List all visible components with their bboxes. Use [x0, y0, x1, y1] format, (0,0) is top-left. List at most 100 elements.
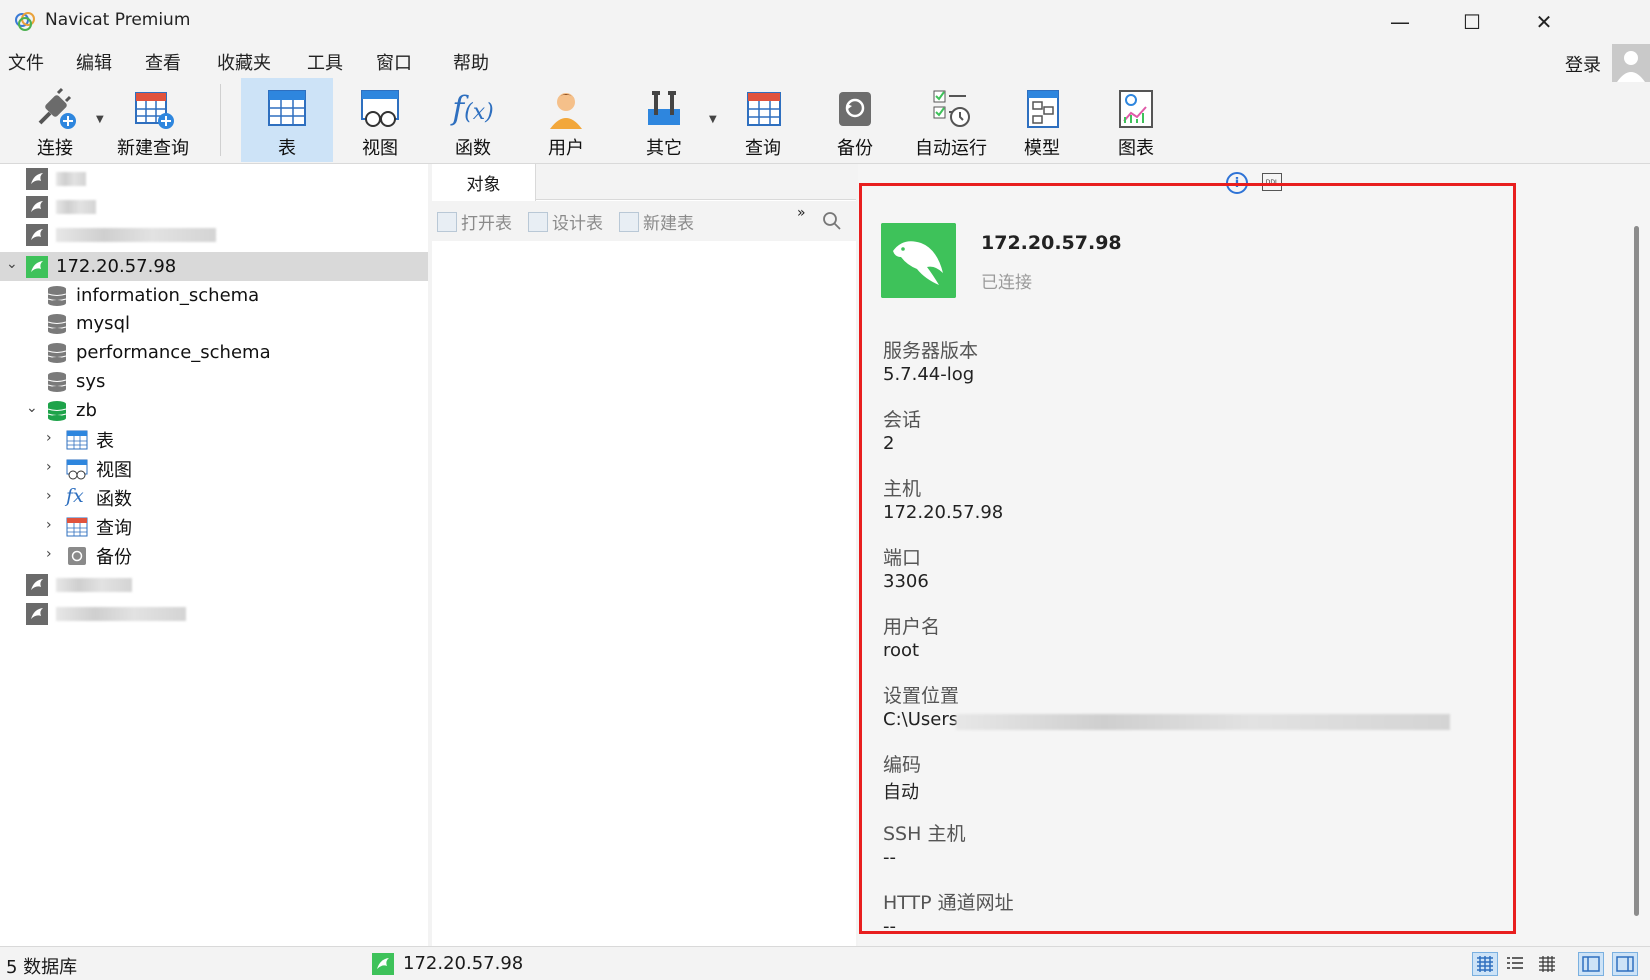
- chevron-right-icon[interactable]: ›: [46, 546, 52, 562]
- new-table-button[interactable]: 新建表: [619, 209, 694, 234]
- tree-row-functions[interactable]: › fx 函数: [0, 483, 428, 512]
- database-label: zb: [76, 400, 97, 421]
- current-connection: 172.20.57.98: [403, 953, 524, 974]
- user-icon: [542, 82, 590, 134]
- chevron-right-icon[interactable]: ›: [46, 488, 52, 504]
- chevron-right-icon[interactable]: ›: [46, 459, 52, 475]
- menu-favorites[interactable]: 收藏夹: [217, 49, 271, 75]
- database-label: sys: [76, 371, 106, 392]
- close-button[interactable]: ✕: [1508, 0, 1580, 44]
- hide-object-pane-icon[interactable]: [1578, 952, 1604, 976]
- menu-edit[interactable]: 编辑: [76, 49, 112, 75]
- design-table-button[interactable]: 设计表: [528, 209, 603, 234]
- connection-name: 172.20.57.98: [981, 232, 1122, 254]
- menu-view[interactable]: 查看: [145, 49, 181, 75]
- sessions-value: 2: [883, 433, 895, 454]
- auto-run-icon: [927, 82, 975, 134]
- query-icon: [66, 517, 88, 536]
- menu-window[interactable]: 窗口: [376, 49, 412, 75]
- table-icon: [263, 82, 311, 134]
- view-button[interactable]: 视图: [340, 78, 420, 162]
- user-avatar-icon[interactable]: [1612, 44, 1650, 82]
- model-button[interactable]: 模型: [1002, 78, 1082, 162]
- grid-view-icon[interactable]: [1472, 952, 1498, 976]
- redacted-text: [56, 200, 96, 214]
- table-icon: [66, 430, 88, 449]
- function-icon: fx: [66, 485, 84, 507]
- port-label: 端口: [883, 547, 922, 569]
- function-button[interactable]: f(x) 函数: [433, 78, 513, 162]
- tree-row-database[interactable]: information_schema: [0, 281, 428, 310]
- function-icon: f(x): [452, 89, 494, 127]
- mysql-connection-active-icon: [372, 953, 394, 975]
- tree-row-tables[interactable]: › 表: [0, 425, 428, 454]
- mysql-connection-icon: [26, 573, 48, 596]
- redacted-path: [956, 714, 1450, 730]
- auto-run-button[interactable]: 自动运行: [906, 78, 996, 162]
- chevron-down-icon[interactable]: ⌄: [6, 256, 18, 272]
- maximize-button[interactable]: ☐: [1436, 0, 1508, 44]
- status-bar: 5 数据库 172.20.57.98: [0, 946, 1650, 980]
- new-query-label: 新建查询: [117, 138, 189, 159]
- tree-row-hidden-connection[interactable]: [0, 599, 428, 628]
- scrollbar-thumb[interactable]: [1634, 226, 1639, 916]
- tree-row-queries[interactable]: › 查询: [0, 512, 428, 541]
- tree-row-hidden-connection[interactable]: [0, 570, 428, 599]
- chart-button[interactable]: 图表: [1096, 78, 1176, 162]
- model-icon: [1018, 82, 1066, 134]
- chevron-down-icon[interactable]: ⌄: [26, 400, 38, 416]
- tree-row-database-open[interactable]: ⌄ zb: [0, 396, 428, 425]
- database-icon: [47, 371, 67, 392]
- tree-row-connection[interactable]: ⌄ 172.20.57.98: [0, 252, 428, 281]
- other-button[interactable]: 其它: [624, 78, 704, 162]
- connect-dropdown-icon[interactable]: ▼: [96, 114, 104, 125]
- username-value: root: [883, 640, 920, 661]
- detail-view-icon[interactable]: [1534, 952, 1560, 976]
- table-button[interactable]: 表: [241, 78, 333, 162]
- host-label: 主机: [883, 478, 922, 500]
- tree-row-database[interactable]: mysql: [0, 309, 428, 338]
- tree-row-hidden-connection[interactable]: [0, 164, 428, 193]
- tree-row-hidden-connection[interactable]: [0, 192, 428, 221]
- encoding-value: 自动: [883, 782, 919, 803]
- mysql-dolphin-logo-icon: [881, 223, 956, 298]
- menu-bar: 文件 编辑 查看 收藏夹 工具 窗口 帮助: [0, 44, 1650, 78]
- search-icon[interactable]: [820, 209, 844, 233]
- tree-row-views[interactable]: › 视图: [0, 454, 428, 483]
- chevron-right-icon[interactable]: ›: [46, 517, 52, 533]
- mysql-connection-icon: [26, 223, 48, 246]
- port-value: 3306: [883, 571, 929, 592]
- tree-row-hidden-connection[interactable]: [0, 220, 428, 249]
- settings-location-value: C:\Users: [883, 709, 959, 730]
- menu-file[interactable]: 文件: [8, 49, 44, 75]
- database-label: mysql: [76, 313, 130, 334]
- minimize-button[interactable]: —: [1364, 0, 1436, 44]
- chevron-right-icon[interactable]: ›: [46, 430, 52, 446]
- info-pane-toggle-icon[interactable]: [1612, 952, 1638, 976]
- more-actions-button[interactable]: »: [797, 205, 806, 221]
- sessions-label: 会话: [883, 409, 922, 431]
- menu-tools[interactable]: 工具: [307, 49, 343, 75]
- object-tabs: 对象: [432, 164, 856, 201]
- open-table-button[interactable]: 打开表: [437, 209, 512, 234]
- function-label: 函数: [455, 138, 491, 159]
- tree-row-database[interactable]: performance_schema: [0, 338, 428, 367]
- open-table-icon: [437, 211, 457, 232]
- menu-help[interactable]: 帮助: [453, 49, 489, 75]
- tree-row-database[interactable]: sys: [0, 367, 428, 396]
- new-query-button[interactable]: 新建查询: [110, 78, 196, 162]
- chart-label: 图表: [1118, 138, 1154, 159]
- tables-label: 表: [96, 430, 114, 452]
- other-dropdown-icon[interactable]: ▼: [709, 114, 717, 125]
- list-view-icon[interactable]: [1502, 952, 1528, 976]
- user-button[interactable]: 用户: [526, 78, 606, 162]
- app-title: Navicat Premium: [45, 10, 191, 30]
- query-button[interactable]: 查询: [723, 78, 803, 162]
- connect-button[interactable]: 连接: [20, 78, 90, 162]
- login-link[interactable]: 登录: [1565, 51, 1601, 77]
- backup-button[interactable]: 备份: [815, 78, 895, 162]
- user-label: 用户: [548, 138, 584, 159]
- tab-objects[interactable]: 对象: [432, 164, 536, 201]
- database-count: 5 数据库: [6, 957, 78, 978]
- tree-row-backups[interactable]: › 备份: [0, 541, 428, 570]
